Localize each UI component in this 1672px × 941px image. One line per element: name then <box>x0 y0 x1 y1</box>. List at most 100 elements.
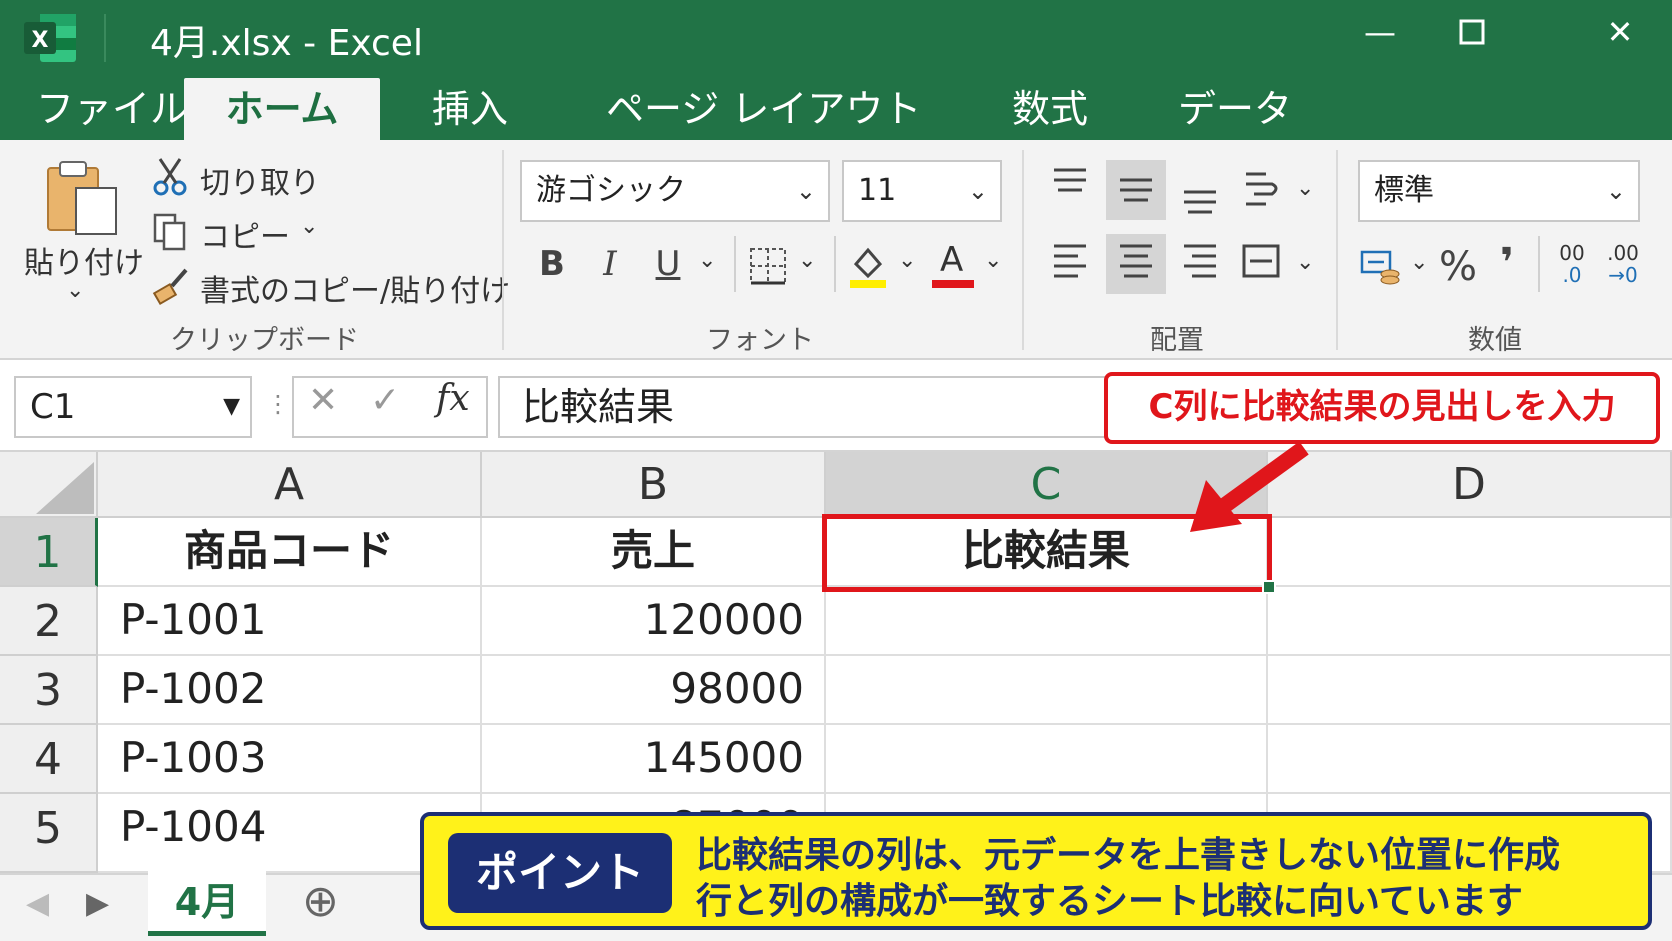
tab-data[interactable]: データ <box>1156 78 1314 140</box>
paste-dropdown-chevron-icon[interactable]: ⌄ <box>66 278 84 303</box>
copy-dropdown-chevron-icon[interactable]: ⌄ <box>300 214 318 239</box>
column-header-a[interactable]: A <box>98 452 482 518</box>
font-size-select[interactable]: 11 ⌄ <box>842 160 1002 222</box>
italic-button[interactable]: I <box>590 244 630 284</box>
callout-arrow-icon <box>1190 441 1309 532</box>
annotation-callout: C列に比較結果の見出しを入力 <box>1104 372 1660 444</box>
scroll-right-icon[interactable]: ▶ <box>86 886 109 921</box>
row-header-2[interactable]: 2 <box>0 587 98 656</box>
merge-dropdown-chevron-icon[interactable]: ⌄ <box>1296 250 1314 275</box>
comma-style-button[interactable]: ❜ <box>1492 240 1522 286</box>
cell-b3[interactable]: 98000 <box>482 656 826 725</box>
row-header-4[interactable]: 4 <box>0 725 98 794</box>
number-group-label: 数値 <box>1468 325 1522 356</box>
decrease-decimal-button[interactable]: .00 →0 <box>1600 242 1646 292</box>
paste-label[interactable]: 貼り付け <box>24 238 144 282</box>
number-format-value: 標準 <box>1374 173 1434 208</box>
increase-decimal-button[interactable]: 00 .0 <box>1552 242 1592 292</box>
font-name-value: 游ゴシック <box>536 173 686 208</box>
align-middle-button[interactable] <box>1106 158 1166 218</box>
tab-page-layout[interactable]: ページ レイアウト <box>584 78 943 140</box>
insert-function-icon[interactable]: fx <box>436 378 470 419</box>
cell-b4[interactable]: 145000 <box>482 725 826 794</box>
align-right-button[interactable] <box>1172 232 1232 292</box>
column-header-b[interactable]: B <box>482 452 826 518</box>
cell-c3[interactable] <box>826 656 1268 725</box>
row-header-1[interactable]: 1 <box>0 518 98 587</box>
cell-a4[interactable]: P-1003 <box>98 725 482 794</box>
column-header-d[interactable]: D <box>1268 452 1672 518</box>
tab-insert[interactable]: 挿入 <box>410 78 530 140</box>
select-all-button[interactable] <box>0 452 98 518</box>
cell-d4[interactable] <box>1268 725 1672 794</box>
borders-dropdown-chevron-icon[interactable]: ⌄ <box>798 248 816 273</box>
bold-button[interactable]: B <box>532 244 572 284</box>
group-separator <box>1336 150 1338 350</box>
cell-c2[interactable] <box>826 587 1268 656</box>
font-color-icon[interactable]: A <box>932 240 976 290</box>
fill-handle[interactable] <box>1262 580 1276 594</box>
divider <box>1538 236 1540 292</box>
percent-style-button[interactable]: % <box>1436 244 1480 290</box>
minimize-button[interactable]: — <box>1350 12 1410 52</box>
sheet-tab-april[interactable]: 4月 <box>148 870 266 936</box>
maximize-button[interactable] <box>1442 12 1502 52</box>
borders-icon[interactable] <box>748 246 788 286</box>
cell-b2[interactable]: 120000 <box>482 587 826 656</box>
name-box[interactable]: C1 ▼ <box>14 376 252 438</box>
font-color-dropdown-chevron-icon[interactable]: ⌄ <box>984 248 1002 273</box>
group-separator <box>1022 150 1024 350</box>
align-bottom-button[interactable] <box>1172 158 1232 218</box>
paste-icon[interactable] <box>40 156 122 238</box>
cell-d1[interactable] <box>1268 518 1672 587</box>
align-center-button[interactable] <box>1106 232 1166 292</box>
cut-button[interactable]: 切り取り <box>200 158 320 202</box>
font-color-swatch <box>932 280 974 288</box>
cell-b1[interactable]: 売上 <box>482 518 826 587</box>
row-header-5[interactable]: 5 <box>0 794 98 873</box>
fill-color-dropdown-chevron-icon[interactable]: ⌄ <box>898 248 916 273</box>
add-sheet-button[interactable]: ⊕ <box>302 876 339 927</box>
svg-text:X: X <box>32 28 49 53</box>
cell-a3[interactable]: P-1002 <box>98 656 482 725</box>
cancel-icon[interactable]: ✕ <box>308 380 338 421</box>
cell-c4[interactable] <box>826 725 1268 794</box>
underline-dropdown-chevron-icon[interactable]: ⌄ <box>698 248 716 273</box>
font-name-select[interactable]: 游ゴシック ⌄ <box>520 160 830 222</box>
align-top-button[interactable] <box>1040 158 1100 218</box>
cell-d3[interactable] <box>1268 656 1672 725</box>
tab-home[interactable]: ホーム <box>184 78 380 140</box>
tab-formulas[interactable]: 数式 <box>990 78 1110 140</box>
format-painter-icon[interactable] <box>152 266 192 306</box>
accounting-format-icon[interactable] <box>1360 248 1404 288</box>
tip-badge: ポイント <box>448 833 672 913</box>
scroll-left-icon[interactable]: ◀ <box>26 886 49 921</box>
clipboard-group-label: クリップボード <box>170 325 359 356</box>
copy-icon[interactable] <box>152 212 188 252</box>
merge-center-icon[interactable] <box>1238 232 1288 292</box>
copy-button[interactable]: コピー <box>200 212 290 256</box>
tab-file[interactable]: ファイル <box>14 78 210 140</box>
decrease-decimal-top: .00 <box>1607 241 1639 265</box>
underline-button[interactable]: U <box>648 244 688 284</box>
decrease-decimal-bottom: →0 <box>1608 263 1638 287</box>
format-painter-button[interactable]: 書式のコピー/貼り付け <box>200 266 510 310</box>
wrap-text-icon[interactable] <box>1238 158 1288 218</box>
name-box-chevron-icon[interactable]: ▼ <box>223 378 240 436</box>
cell-a2[interactable]: P-1001 <box>98 587 482 656</box>
accounting-dropdown-chevron-icon[interactable]: ⌄ <box>1410 250 1428 275</box>
row-header-3[interactable]: 3 <box>0 656 98 725</box>
cell-d2[interactable] <box>1268 587 1672 656</box>
wrap-dropdown-chevron-icon[interactable]: ⌄ <box>1296 176 1314 201</box>
cell-a1[interactable]: 商品コード <box>98 518 482 587</box>
excel-logo-icon: X <box>22 10 78 66</box>
scissors-icon[interactable] <box>152 156 188 196</box>
number-format-select[interactable]: 標準 ⌄ <box>1358 160 1640 222</box>
enter-icon[interactable]: ✓ <box>370 380 400 421</box>
fill-color-icon[interactable] <box>846 244 890 290</box>
formula-bar-grip-icon: ⋮ <box>266 390 290 418</box>
tip-line-1: 比較結果の列は、元データを上書きしない位置に作成 <box>696 835 1561 876</box>
close-window-button[interactable]: ✕ <box>1590 12 1650 52</box>
chevron-down-icon: ⌄ <box>967 177 988 205</box>
align-left-button[interactable] <box>1040 232 1100 292</box>
